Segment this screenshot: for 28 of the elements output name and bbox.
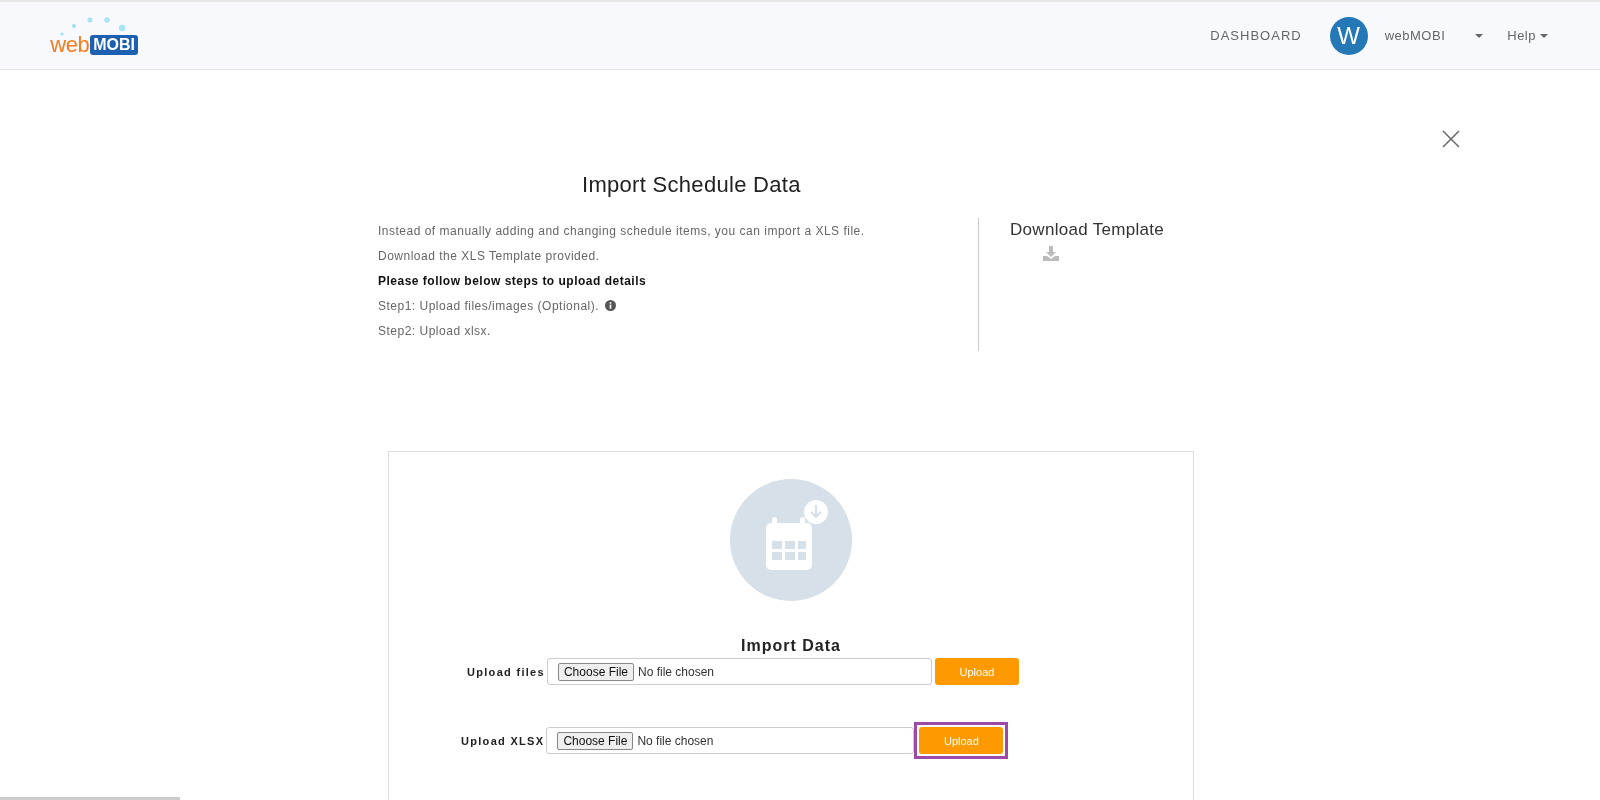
choose-file-button[interactable]: Choose File — [557, 731, 634, 750]
help-menu[interactable]: Help — [1507, 28, 1548, 43]
calendar-download-icon — [730, 479, 852, 601]
instruction-text: Instead of manually adding and changing schedule items, you can import a XLS file. — [378, 223, 865, 238]
file-status-text: No file chosen — [638, 664, 715, 679]
avatar[interactable]: W — [1329, 16, 1368, 55]
dashboard-link[interactable]: DASHBOARD — [1210, 28, 1302, 43]
logo-text: web — [50, 31, 90, 58]
upload-label: Upload files — [467, 665, 545, 678]
choose-file-button[interactable]: Choose File — [557, 662, 634, 681]
logo-badge: MOBI — [90, 34, 138, 55]
download-template-link[interactable]: Download Template — [1010, 220, 1165, 240]
logo[interactable]: web MOBI — [20, 13, 138, 58]
instruction-text: Step1: Upload files/images (Optional). — [378, 298, 600, 313]
close-icon[interactable] — [1442, 130, 1460, 148]
file-input[interactable]: Choose File No file chosen — [546, 658, 932, 685]
instruction-text: Please follow below steps to upload details — [378, 273, 647, 288]
info-icon — [605, 300, 617, 311]
caret-icon[interactable] — [1475, 33, 1484, 38]
dialog-title: Import Schedule Data — [582, 172, 801, 198]
instruction-text: Step2: Upload xlsx. — [378, 323, 491, 338]
upload-label: Upload XLSX — [461, 734, 545, 747]
import-title: Import Data — [741, 637, 841, 655]
scrollbar[interactable] — [0, 797, 180, 800]
user-menu[interactable]: webMOBI — [1384, 28, 1446, 43]
file-status-text: No file chosen — [637, 733, 714, 748]
file-input[interactable]: Choose File No file chosen — [546, 727, 915, 754]
instruction-text: Download the XLS Template provided. — [378, 248, 600, 263]
